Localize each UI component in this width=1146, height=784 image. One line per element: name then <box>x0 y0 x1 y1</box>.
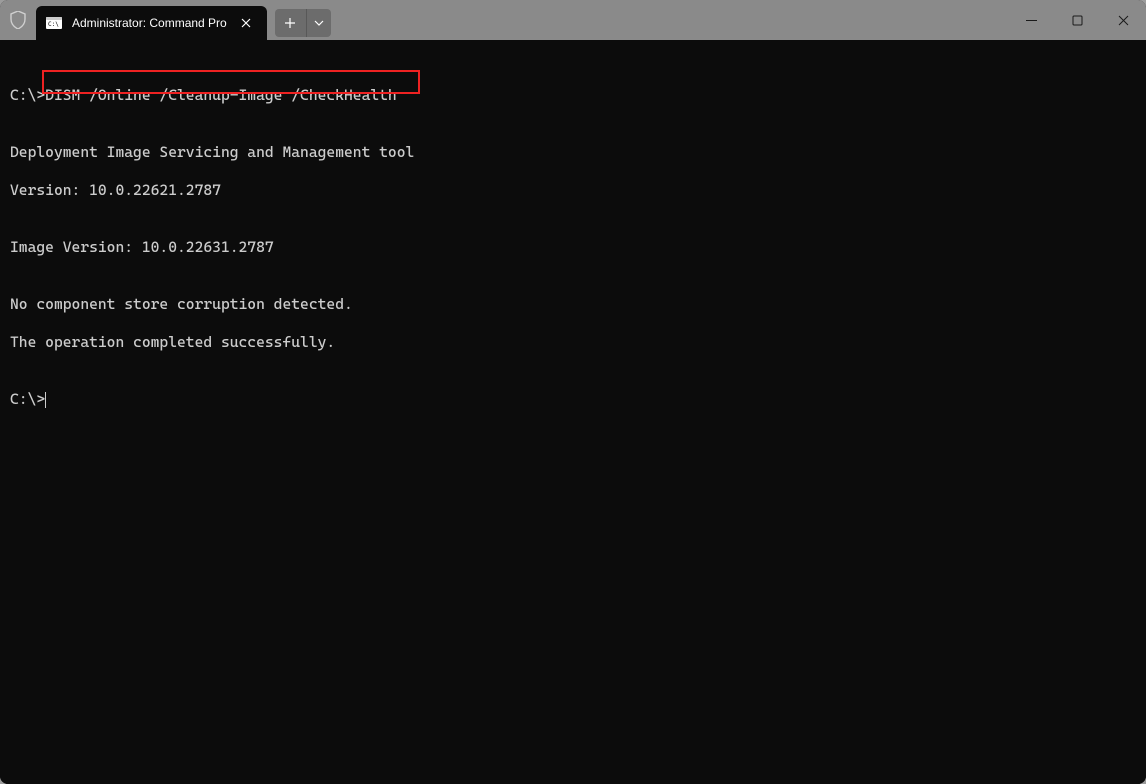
terminal-line: No component store corruption detected. <box>10 295 1136 314</box>
tab-active[interactable]: C:\ Administrator: Command Pro <box>36 6 267 40</box>
maximize-button[interactable] <box>1054 0 1100 40</box>
terminal-line: The operation completed successfully. <box>10 333 1136 352</box>
cmd-icon: C:\ <box>46 15 62 31</box>
terminal-line: Deployment Image Servicing and Managemen… <box>10 143 1136 162</box>
new-tab-button[interactable] <box>275 9 307 37</box>
tab-close-button[interactable] <box>237 14 255 32</box>
window-controls <box>1008 0 1146 40</box>
minimize-button[interactable] <box>1008 0 1054 40</box>
cursor <box>45 392 46 408</box>
terminal-prompt: C:\> <box>10 390 1136 409</box>
terminal-line: Image Version: 10.0.22631.2787 <box>10 238 1136 257</box>
title-bar: C:\ Administrator: Command Pro <box>0 0 1146 40</box>
svg-text:C:\: C:\ <box>48 21 59 28</box>
terminal-window: C:\ Administrator: Command Pro <box>0 0 1146 784</box>
terminal-body[interactable]: C:\>DISM /Online /Cleanup-Image /CheckHe… <box>0 40 1146 784</box>
tab-title: Administrator: Command Pro <box>72 16 227 30</box>
tab-actions <box>275 9 331 37</box>
close-button[interactable] <box>1100 0 1146 40</box>
terminal-line: Version: 10.0.22621.2787 <box>10 181 1136 200</box>
terminal-line: C:\>DISM /Online /Cleanup-Image /CheckHe… <box>10 86 1136 105</box>
tab-dropdown-button[interactable] <box>307 9 331 37</box>
shield-icon <box>0 0 36 40</box>
